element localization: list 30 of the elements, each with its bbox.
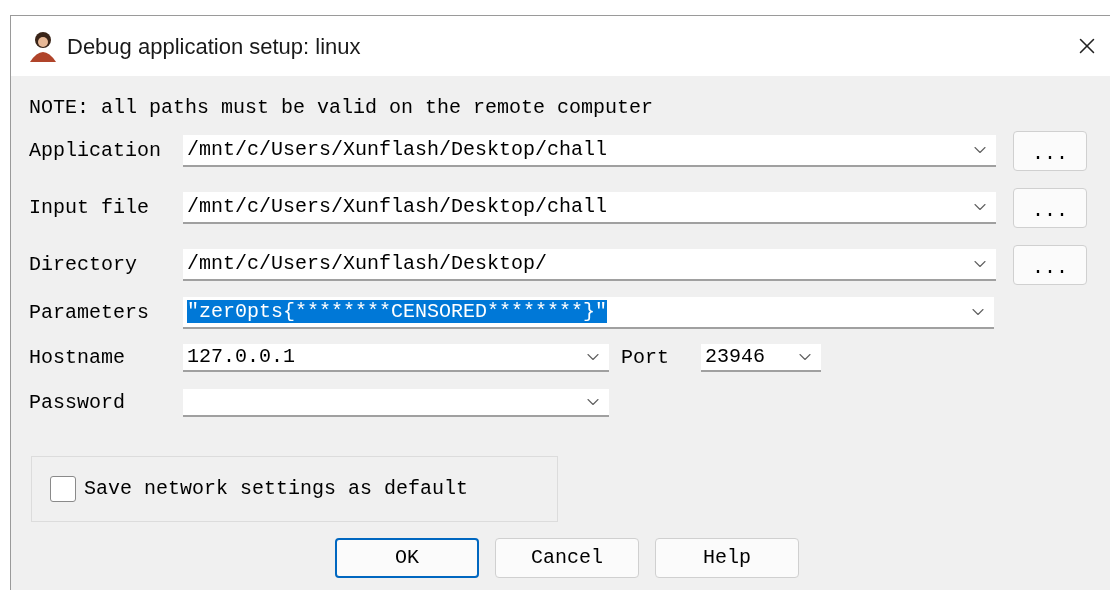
note-text: NOTE: all paths must be valid on the remote computer — [29, 95, 655, 121]
field-label: Password — [29, 390, 126, 416]
field-value: /mnt/c/Users/Xunflash/Desktop/chall — [187, 138, 608, 161]
combo-box[interactable]: 23946 — [701, 344, 821, 372]
dialog-button[interactable]: Cancel — [495, 538, 639, 578]
browse-button[interactable]: ... — [1013, 131, 1087, 171]
combo-box[interactable]: /mnt/c/Users/Xunflash/Desktop/ — [183, 249, 996, 281]
field-label: Hostname — [29, 345, 126, 371]
combo-box[interactable]: 127.0.0.1 — [183, 344, 609, 372]
browse-button[interactable]: ... — [1013, 188, 1087, 228]
field-value: ″zer0pts{********CENSORED********}″ — [187, 300, 608, 323]
field-label: Directory — [29, 252, 139, 278]
window-title: Debug application setup: linux — [67, 32, 361, 61]
field-label: Parameters — [29, 300, 151, 326]
dialog-button[interactable]: OK — [335, 538, 479, 578]
field-label: Input file — [29, 195, 151, 221]
field-value: /mnt/c/Users/Xunflash/Desktop/ — [187, 252, 548, 275]
field-label: Application — [29, 138, 163, 164]
field-value: 127.0.0.1 — [187, 345, 296, 368]
combo-box[interactable]: ″zer0pts{********CENSORED********}″ — [183, 297, 994, 329]
field-value: 23946 — [705, 345, 765, 368]
field-label: Port — [621, 345, 670, 371]
browse-button[interactable]: ... — [1013, 245, 1087, 285]
dialog-button[interactable]: Help — [655, 538, 799, 578]
combo-box[interactable] — [183, 389, 609, 417]
combo-box[interactable]: /mnt/c/Users/Xunflash/Desktop/chall — [183, 192, 996, 224]
field-value: /mnt/c/Users/Xunflash/Desktop/chall — [187, 195, 608, 218]
checkbox[interactable] — [50, 476, 76, 502]
checkbox-label: Save network settings as default — [84, 476, 469, 502]
combo-box[interactable]: /mnt/c/Users/Xunflash/Desktop/chall — [183, 135, 996, 167]
